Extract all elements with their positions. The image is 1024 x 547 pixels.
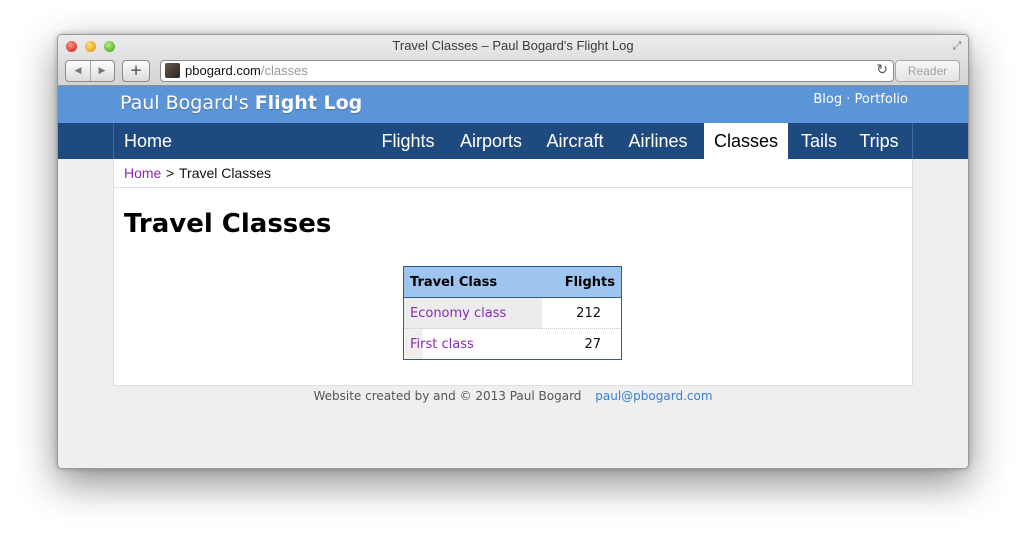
browser-window: Travel Classes – Paul Bogard's Flight Lo…: [57, 34, 969, 469]
site-footer: Website created by and © 2013 Paul Bogar…: [58, 389, 968, 403]
url-path: /classes: [260, 63, 308, 78]
blog-link[interactable]: Blog: [813, 92, 842, 107]
flights-count: 212: [541, 297, 622, 329]
nav-tails[interactable]: Tails: [794, 123, 844, 159]
address-bar[interactable]: pbogard.com/classes ↻: [160, 60, 894, 82]
header-travel-class[interactable]: Travel Class: [403, 266, 542, 298]
nav-aircraft[interactable]: Aircraft: [541, 123, 609, 159]
site-brand[interactable]: Paul Bogard's Flight Log: [120, 92, 362, 114]
portfolio-link[interactable]: Portfolio: [855, 92, 908, 107]
back-arrow-icon[interactable]: ◀: [66, 61, 91, 81]
history-buttons: ◀ ▶: [65, 60, 115, 82]
flights-count: 27: [584, 336, 601, 352]
breadcrumb-home-link[interactable]: Home: [124, 165, 161, 181]
footer-email-link[interactable]: paul@pbogard.com: [595, 389, 712, 403]
class-link-first[interactable]: First class: [410, 337, 474, 352]
header-flights[interactable]: Flights: [541, 266, 622, 298]
table-row: Economy class 212: [403, 297, 622, 329]
class-link-economy[interactable]: Economy class: [410, 306, 506, 321]
table-header-row: Travel Class Flights: [403, 266, 622, 298]
url-domain: pbogard.com: [185, 63, 261, 78]
class-cell: Economy class: [403, 297, 542, 329]
site-favicon-icon: [165, 63, 180, 78]
nav-airlines[interactable]: Airlines: [622, 123, 694, 159]
page-body: Home > Travel Classes Travel Classes Tra…: [113, 159, 913, 386]
nav-classes[interactable]: Classes: [704, 123, 788, 159]
breadcrumb-current: Travel Classes: [179, 165, 272, 181]
breadcrumb: Home > Travel Classes: [114, 159, 912, 188]
nav-home[interactable]: Home: [124, 123, 172, 159]
toplinks-separator: ·: [846, 92, 851, 107]
table-row: First class 27: [403, 328, 622, 360]
footer-text: Website created by and © 2013 Paul Bogar…: [313, 389, 582, 403]
site-header: Paul Bogard's Flight Log Blog · Portfoli…: [58, 86, 968, 123]
nav-flights[interactable]: Flights: [376, 123, 440, 159]
breadcrumb-separator: >: [166, 165, 175, 181]
nav-trips[interactable]: Trips: [854, 123, 904, 159]
class-cell: First class: [403, 328, 542, 360]
title-bar: Travel Classes – Paul Bogard's Flight Lo…: [58, 35, 968, 86]
travel-classes-table: Travel Class Flights Economy class 212 F…: [403, 266, 622, 360]
page-title: Travel Classes: [124, 209, 332, 239]
top-links: Blog · Portfolio: [813, 92, 908, 107]
reader-button[interactable]: Reader: [895, 60, 960, 82]
url-text[interactable]: pbogard.com/classes: [185, 63, 308, 78]
nav-airports[interactable]: Airports: [454, 123, 528, 159]
page-viewport: Paul Bogard's Flight Log Blog · Portfoli…: [58, 86, 968, 468]
brand-title: Flight Log: [254, 92, 363, 114]
reload-icon[interactable]: ↻: [876, 62, 888, 78]
main-nav-inner: Home Flights Airports Aircraft Airlines …: [113, 123, 913, 159]
fullscreen-icon[interactable]: ⤢: [950, 39, 964, 53]
window-title: Travel Classes – Paul Bogard's Flight Lo…: [392, 38, 634, 53]
main-nav: Home Flights Airports Aircraft Airlines …: [58, 123, 968, 159]
forward-arrow-icon[interactable]: ▶: [90, 61, 114, 81]
add-bookmark-button[interactable]: +: [122, 60, 150, 82]
brand-name: Paul Bogard's: [120, 92, 249, 114]
